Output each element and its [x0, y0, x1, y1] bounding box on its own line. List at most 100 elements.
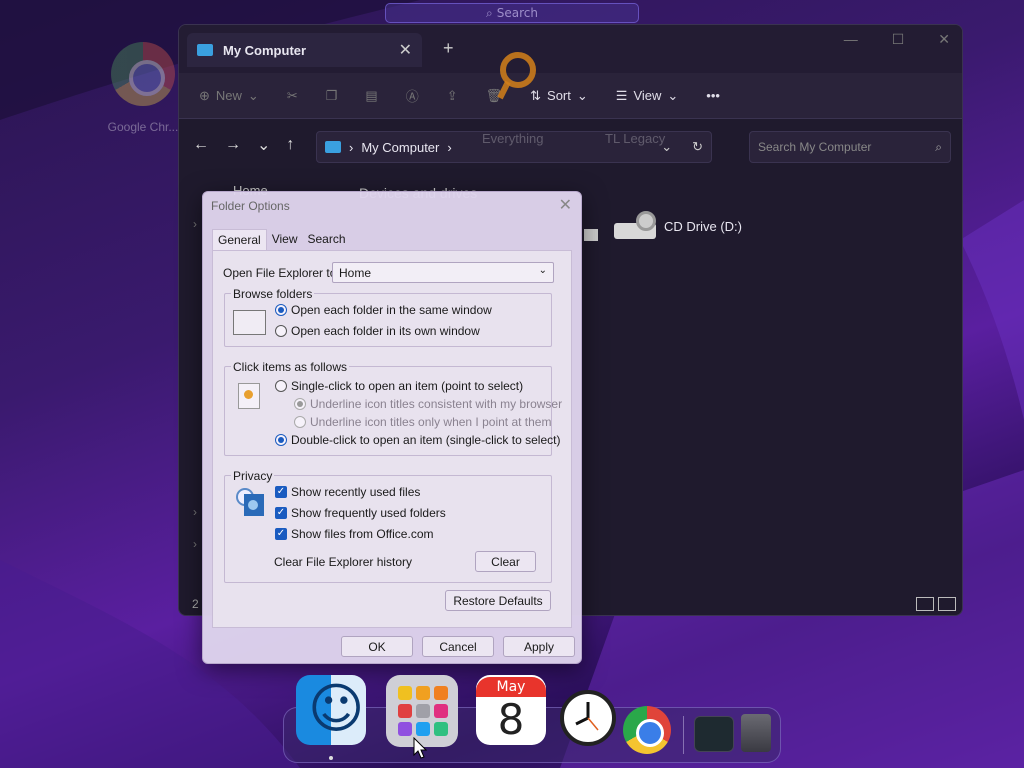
own-window-label: Open each folder in its own window [291, 324, 480, 338]
top-search-bar[interactable]: ⌕ Search [385, 3, 639, 23]
finder-icon[interactable] [296, 675, 366, 745]
trash-icon[interactable] [741, 714, 771, 752]
chrome-icon [111, 42, 175, 106]
browse-folders-title: Browse folders [231, 287, 315, 301]
explorer-titlebar: My Computer ✕ + — ☐ ✕ [179, 25, 962, 73]
own-window-option[interactable]: Open each folder in its own window [275, 324, 480, 338]
radio-selected[interactable] [275, 434, 287, 446]
single-click-label: Single-click to open an item (point to s… [291, 379, 524, 393]
back-icon[interactable]: ← [193, 136, 209, 154]
chevron-right-icon: › [447, 139, 452, 155]
launchpad-grid [398, 686, 448, 736]
search-icon: ⌕ [935, 139, 942, 154]
minimize-icon[interactable]: — [844, 31, 858, 48]
drive-icon[interactable] [584, 229, 598, 241]
double-click-label: Double-click to open an item (single-cli… [291, 433, 561, 447]
recent-locations-icon[interactable]: ⌄ [257, 135, 270, 155]
browse-folders-group [224, 293, 552, 347]
copy-icon[interactable]: ❐ [326, 88, 338, 104]
radio-disabled [294, 416, 306, 428]
close-window-icon[interactable]: ✕ [938, 31, 950, 48]
checkbox-checked[interactable]: ✓ [275, 486, 287, 498]
desktop-chrome-label: Google Chr... [107, 120, 179, 134]
tab-my-computer[interactable]: My Computer ✕ [187, 33, 422, 67]
tab-general[interactable]: General [212, 229, 267, 250]
search-placeholder: Search My Computer [758, 140, 872, 154]
expand-chevron-icon[interactable]: › [193, 217, 197, 231]
same-window-label: Open each folder in the same window [291, 303, 492, 317]
chevron-right-icon: › [349, 139, 354, 155]
recent-files-label: Show recently used files [291, 485, 421, 499]
chevron-down-icon: ⌄ [538, 265, 547, 276]
share-icon[interactable]: ⇪ [447, 88, 458, 104]
expand-chevron-icon[interactable]: › [193, 537, 197, 551]
frequent-folders-option[interactable]: ✓ Show frequently used folders [275, 506, 446, 520]
close-icon[interactable]: ✕ [559, 195, 572, 215]
rename-icon[interactable]: Ⓐ [406, 86, 419, 105]
checkbox-checked[interactable]: ✓ [275, 528, 287, 540]
same-window-option[interactable]: Open each folder in the same window [275, 303, 492, 317]
more-options-icon[interactable]: ••• [706, 88, 720, 103]
computer-icon [325, 141, 341, 153]
single-click-option[interactable]: Single-click to open an item (point to s… [275, 379, 523, 393]
dock-separator [683, 716, 684, 754]
running-indicator [329, 756, 333, 760]
details-view-icon[interactable] [916, 597, 934, 611]
forward-icon[interactable]: → [225, 136, 241, 154]
chrome-icon[interactable] [623, 706, 671, 754]
plus-icon: ⊕ [199, 87, 210, 103]
item-count: 2 [192, 597, 199, 611]
new-label: New [215, 88, 242, 103]
underline-browser-option: Underline icon titles consistent with my… [294, 397, 562, 411]
click-pointer-icon [238, 383, 260, 409]
calendar-month: May [476, 677, 546, 697]
apply-button[interactable]: Apply [503, 636, 575, 657]
double-click-option[interactable]: Double-click to open an item (single-cli… [275, 433, 560, 447]
ok-button[interactable]: OK [341, 636, 413, 657]
tab-view[interactable]: View [267, 229, 303, 250]
desktop-chrome-icon[interactable]: Google Chr... [98, 42, 188, 134]
computer-icon [197, 44, 213, 56]
explorer-toolbar: ⊕ New ⌄ ✂ ❐ ▤ Ⓐ ⇪ 🗑 ⇅ Sort ⌄ ☰ View ⌄ ••• [179, 73, 962, 119]
ghost-everything-label: Everything [482, 131, 544, 146]
tab-search[interactable]: Search [303, 229, 351, 250]
view-label: View [633, 88, 662, 103]
cancel-button[interactable]: Cancel [422, 636, 494, 657]
view-button[interactable]: ☰ View ⌄ [616, 88, 679, 104]
maximize-icon[interactable]: ☐ [892, 31, 905, 48]
close-tab-icon[interactable]: ✕ [399, 40, 412, 60]
expand-chevron-icon[interactable]: › [193, 505, 197, 519]
checkbox-checked[interactable]: ✓ [275, 507, 287, 519]
refresh-icon[interactable]: ↻ [692, 139, 703, 155]
clear-button[interactable]: Clear [475, 551, 536, 572]
recent-files-option[interactable]: ✓ Show recently used files [275, 485, 420, 499]
explorer-search-input[interactable]: Search My Computer ⌕ [749, 131, 951, 163]
tab-title: My Computer [223, 42, 307, 58]
paste-icon[interactable]: ▤ [365, 88, 377, 104]
restore-defaults-button[interactable]: Restore Defaults [445, 590, 551, 611]
office-files-option[interactable]: ✓ Show files from Office.com [275, 527, 434, 541]
radio-unselected[interactable] [275, 380, 287, 392]
radio-selected[interactable] [275, 304, 287, 316]
underline-point-option: Underline icon titles only when I point … [294, 415, 551, 429]
cd-drive-label: CD Drive (D:) [664, 218, 742, 234]
terminal-icon[interactable] [694, 716, 734, 752]
new-tab-button[interactable]: + [443, 38, 454, 59]
underline-browser-label: Underline icon titles consistent with my… [310, 397, 563, 411]
new-button[interactable]: ⊕ New ⌄ [199, 88, 259, 104]
cd-drive-item[interactable]: CD Drive (D:) [614, 211, 742, 241]
search-icon: ⌕ [486, 5, 493, 20]
open-explorer-value: Home [339, 266, 372, 280]
mouse-cursor-icon [413, 737, 427, 759]
tiles-view-icon[interactable] [938, 597, 956, 611]
cut-icon[interactable]: ✂ [287, 88, 298, 104]
open-explorer-label: Open File Explorer to: [223, 266, 340, 280]
folder-options-dialog: Folder Options ✕ General View Search Ope… [202, 191, 582, 664]
magnifier-overlay-icon [497, 52, 536, 100]
radio-unselected[interactable] [275, 325, 287, 337]
open-explorer-dropdown[interactable]: Home ⌄ [332, 262, 554, 283]
up-icon[interactable]: ↑ [286, 136, 294, 154]
clock-hands [575, 702, 599, 731]
sort-label: Sort [547, 88, 571, 103]
click-items-title: Click items as follows [231, 360, 350, 374]
